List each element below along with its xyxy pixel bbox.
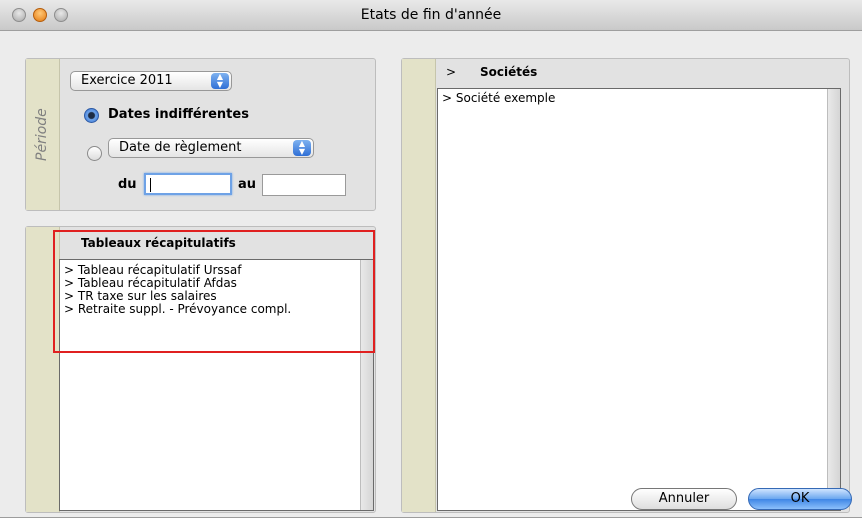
du-date-field[interactable]	[144, 173, 232, 195]
highlight-annotation	[53, 230, 375, 353]
societes-scrollbar[interactable]	[827, 89, 840, 510]
exercice-select[interactable]: Exercice 2011 ▲ ▼	[70, 71, 232, 91]
date-type-select-value: Date de règlement	[119, 140, 242, 155]
au-label: au	[238, 177, 257, 192]
title-bar: Etats de fin d'année	[0, 0, 862, 31]
list-item[interactable]: > Société exemple	[438, 92, 840, 105]
dialog-window: Etats de fin d'année Période Exercice 20…	[0, 0, 862, 527]
radio-dates-indifferentes[interactable]	[84, 108, 99, 123]
popup-arrows-icon: ▲ ▼	[293, 140, 311, 156]
text-caret	[150, 177, 151, 192]
societes-expander[interactable]: >	[446, 65, 456, 79]
du-label: du	[118, 177, 137, 192]
window-bottom-edge	[0, 517, 862, 527]
periode-sidebar: Période	[26, 59, 60, 210]
window-title: Etats de fin d'année	[360, 7, 502, 23]
date-type-select[interactable]: Date de règlement ▲ ▼	[108, 138, 314, 158]
societes-list[interactable]: > Société exemple	[437, 88, 841, 511]
radio-date-type[interactable]	[87, 146, 102, 161]
ok-button[interactable]: OK	[748, 488, 852, 510]
radio-dates-indifferentes-label: Dates indifférentes	[108, 107, 249, 122]
societes-title: Sociétés	[480, 65, 538, 79]
periode-label: Période	[34, 108, 50, 161]
exercice-select-value: Exercice 2011	[81, 73, 173, 88]
societes-sidebar	[402, 59, 436, 512]
cancel-button[interactable]: Annuler	[631, 488, 737, 510]
popup-arrows-icon: ▲ ▼	[211, 73, 229, 89]
au-date-field[interactable]	[262, 174, 346, 196]
